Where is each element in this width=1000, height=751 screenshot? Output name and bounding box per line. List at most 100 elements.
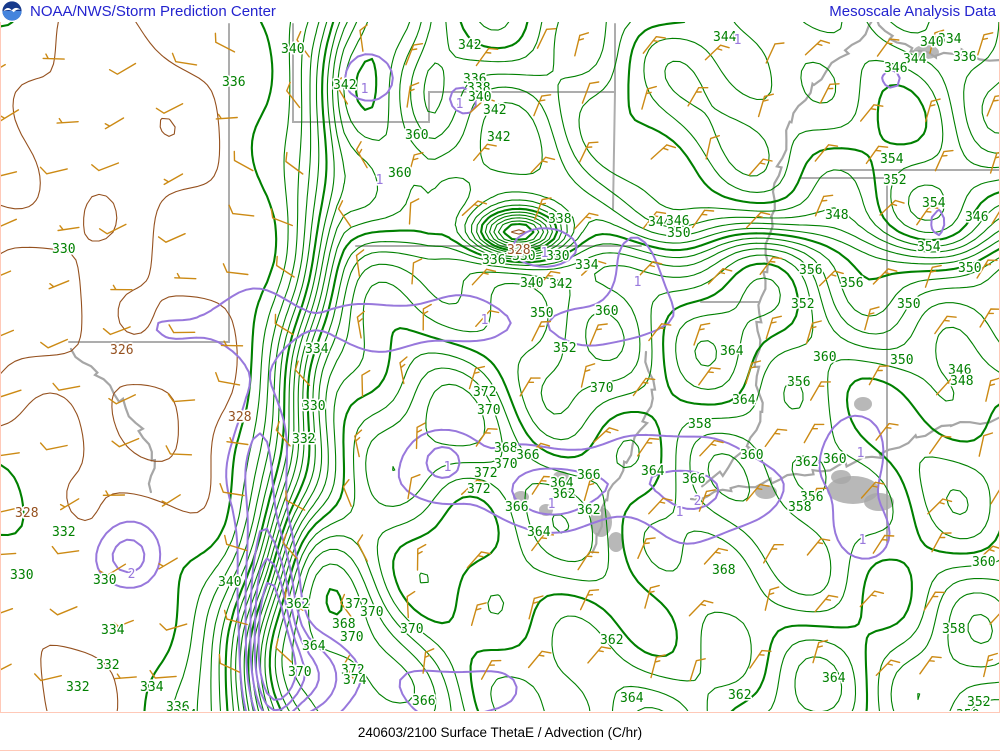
contour-label: 340 xyxy=(281,42,304,57)
wind-barbs xyxy=(1,25,999,682)
contour-label: 364 xyxy=(732,393,756,408)
contour-label: 1 xyxy=(634,275,642,290)
contour-label: 360 xyxy=(595,304,618,319)
contour-label: 1 xyxy=(481,313,489,328)
contour-label: 364 xyxy=(822,671,846,686)
contour-label: 330 xyxy=(10,568,33,583)
contour-label: 360 xyxy=(813,350,836,365)
theta-e-contours xyxy=(1,22,999,711)
contour-label: 368 xyxy=(712,563,735,578)
contour-label: 368 xyxy=(494,441,517,456)
contour-label: 348 xyxy=(825,208,848,223)
contour-label: 364 xyxy=(527,525,551,540)
contour-label: 328 xyxy=(15,506,38,521)
contour-label: 358 xyxy=(788,500,811,515)
contour-label: 342 xyxy=(487,130,510,145)
contour-label: 1 xyxy=(734,33,742,48)
contour-label: 332 xyxy=(66,680,89,695)
map-area: 3363403423423363383403423423603603443443… xyxy=(0,22,1000,713)
contour-label: 354 xyxy=(880,152,904,167)
contour-label: 364 xyxy=(302,639,326,654)
contour-label: 360 xyxy=(405,128,428,143)
header-right-label: Mesoscale Analysis Data xyxy=(829,3,996,20)
contour-label: 374 xyxy=(343,673,367,688)
contour-label: 370 xyxy=(494,457,517,472)
contour-label: 1 xyxy=(548,497,556,512)
contour-label: 360 xyxy=(740,448,763,463)
contour-label: 334 xyxy=(101,623,125,638)
contour-label: 350 xyxy=(958,261,981,276)
contour-label: 366 xyxy=(682,472,705,487)
contour-label: 364 xyxy=(720,344,744,359)
contour-label: 332 xyxy=(52,525,75,540)
contour-label: 366 xyxy=(412,694,435,709)
contour-label: 336 xyxy=(482,253,505,268)
contour-label: 350 xyxy=(667,226,690,241)
contour-label: 348 xyxy=(950,374,973,389)
contour-label: 354 xyxy=(922,196,946,211)
contour-label: 366 xyxy=(516,448,539,463)
noaa-logo xyxy=(2,1,22,21)
contour-label: 350 xyxy=(890,353,913,368)
header-title: NOAA/NWS/Storm Prediction Center xyxy=(30,3,276,20)
contour-label: 362 xyxy=(552,487,575,502)
noaa-logo-graphic xyxy=(2,1,22,21)
contour-label: 342 xyxy=(333,78,356,93)
contour-label: 352 xyxy=(791,297,814,312)
contour-label: 360 xyxy=(823,452,846,467)
contour-label: 1 xyxy=(859,533,867,548)
contour-label: 366 xyxy=(577,468,600,483)
contour-label: 352 xyxy=(553,341,576,356)
contour-label: 370 xyxy=(288,665,311,680)
spc-mesoanalysis-page: NOAA/NWS/Storm Prediction Center Mesosca… xyxy=(0,0,1000,751)
contour-label: 364 xyxy=(620,691,644,706)
contour-label: 342 xyxy=(483,103,506,118)
contour-label: 346 xyxy=(884,61,907,76)
contour-label: 364 xyxy=(641,464,665,479)
contour-label: 362 xyxy=(286,597,309,612)
contour-label: 362 xyxy=(795,455,818,470)
contour-label: 1 xyxy=(541,246,549,261)
contour-label: 370 xyxy=(360,605,383,620)
contour-label: 334 xyxy=(305,342,329,357)
contour-label: 362 xyxy=(577,503,600,518)
contour-label: 2 xyxy=(128,567,136,582)
contour-label: 2 xyxy=(694,494,702,509)
contour-label: 1 xyxy=(361,82,369,97)
contour-label: 328 xyxy=(228,410,251,425)
contour-label: 372 xyxy=(474,466,497,481)
contour-label: 334 xyxy=(140,680,164,695)
contour-label: 350 xyxy=(530,306,553,321)
contour-label: 358 xyxy=(688,417,711,432)
contour-label: 326 xyxy=(110,343,133,358)
contour-label: 338 xyxy=(548,212,571,227)
contour-label: 372 xyxy=(467,482,490,497)
contour-label: 360 xyxy=(388,166,411,181)
contour-label: 330 xyxy=(52,242,75,257)
contour-label: 370 xyxy=(340,630,363,645)
contour-label: 1 xyxy=(456,97,464,112)
contour-label: 362 xyxy=(600,633,623,648)
contour-label: 332 xyxy=(96,658,119,673)
contour-label: 1 xyxy=(857,446,865,461)
contour-label: 366 xyxy=(505,500,528,515)
contour-label: 370 xyxy=(477,403,500,418)
contour-label: 1 xyxy=(444,460,452,475)
contour-label: 1 xyxy=(376,173,384,188)
contour-label: 350 xyxy=(897,297,920,312)
contour-label: 356 xyxy=(840,276,863,291)
contour-label: 370 xyxy=(590,381,613,396)
contour-label: 356 xyxy=(787,375,810,390)
map-caption: 240603/2100 Surface ThetaE / Advection (… xyxy=(0,725,1000,740)
mesoscale-map: 3363403423423363383403423423603603443443… xyxy=(1,22,999,711)
contour-label: 362 xyxy=(728,688,751,703)
contour-label: 336 xyxy=(222,75,245,90)
contour-label: 358 xyxy=(942,622,965,637)
contour-label: 370 xyxy=(400,622,423,637)
contour-label: 350 xyxy=(956,708,979,711)
contour-label: 330 xyxy=(302,399,325,414)
contour-label: 340 xyxy=(920,35,943,50)
contour-label: 354 xyxy=(917,240,941,255)
contour-label: 342 xyxy=(549,277,572,292)
contour-label: 334 xyxy=(173,708,197,711)
